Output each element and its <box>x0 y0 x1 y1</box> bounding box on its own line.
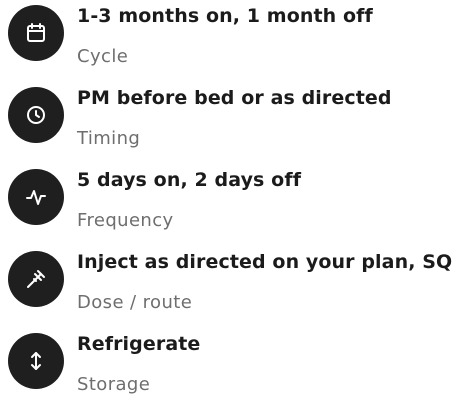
item-subtitle: Frequency <box>77 210 174 231</box>
item-subtitle: Timing <box>77 128 141 149</box>
item-title: Refrigerate <box>77 333 201 355</box>
item-subtitle: Storage <box>77 374 151 395</box>
vertical-arrows-icon <box>8 333 64 389</box>
syringe-icon <box>8 251 64 307</box>
calendar-icon <box>8 5 64 61</box>
list-item-dose-route: Inject as directed on your plan, SQ Dose… <box>0 246 467 328</box>
list-item-cycle: 1-3 months on, 1 month off Cycle <box>0 0 467 82</box>
item-subtitle: Dose / route <box>77 292 193 313</box>
item-title: Inject as directed on your plan, SQ <box>77 251 453 273</box>
list-item-storage: Refrigerate Storage <box>0 328 467 410</box>
item-title: 5 days on, 2 days off <box>77 169 302 191</box>
list-item-timing: PM before bed or as directed Timing <box>0 82 467 164</box>
pulse-icon <box>8 169 64 225</box>
item-title: 1-3 months on, 1 month off <box>77 5 373 27</box>
item-subtitle: Cycle <box>77 46 129 67</box>
item-title: PM before bed or as directed <box>77 87 392 109</box>
clock-icon <box>8 87 64 143</box>
list-item-frequency: 5 days on, 2 days off Frequency <box>0 164 467 246</box>
dosing-details-list: 1-3 months on, 1 month off Cycle PM befo… <box>0 0 467 399</box>
